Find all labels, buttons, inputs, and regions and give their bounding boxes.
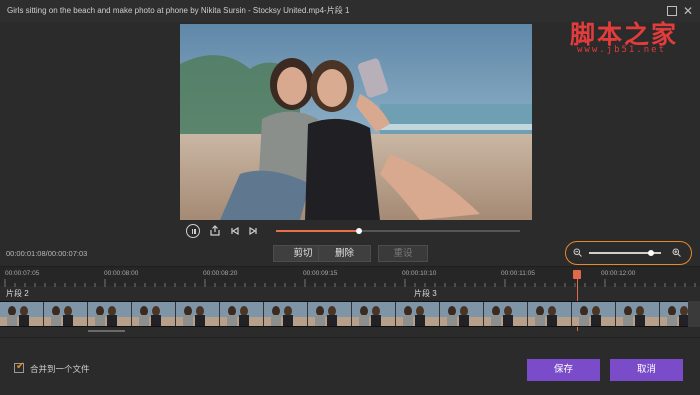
timeline-ruler[interactable]: 00:00:07:05 00:00:08:00 00:00:08:20 00:0… [0, 266, 700, 287]
filmstrip-end [688, 301, 700, 327]
player-controls [180, 220, 532, 242]
filmstrip-frame [264, 302, 308, 326]
checkmark-icon: ✔ [16, 361, 25, 372]
save-button[interactable]: 保存 [527, 359, 600, 381]
zoom-out-icon[interactable] [573, 248, 582, 257]
timeline-scrollbar[interactable] [88, 330, 125, 332]
filmstrip-frame [352, 302, 396, 326]
segment-labels: 片段 2 片段 3 [0, 286, 700, 300]
playback-progress-fill [276, 230, 359, 232]
ruler-label: 00:00:08:20 [203, 270, 238, 277]
segment-label: 片段 2 [6, 289, 29, 298]
playback-progress-bar[interactable] [276, 228, 520, 234]
filmstrip-frame [176, 302, 220, 326]
filmstrip-frame [396, 302, 440, 326]
segment-label: 片段 3 [414, 289, 437, 298]
ruler-label: 00:00:07:05 [5, 270, 40, 277]
delete-button[interactable]: 删除 [318, 245, 371, 262]
previous-frame-icon[interactable] [228, 224, 242, 238]
site-watermark: 脚本之家 www.jb51.net [567, 15, 697, 60]
cancel-button[interactable]: 取消 [610, 359, 683, 381]
reset-button[interactable]: 重设 [378, 245, 428, 262]
export-frame-icon[interactable] [208, 224, 222, 238]
filmstrip-frame [0, 302, 44, 326]
filmstrip-frame [308, 302, 352, 326]
ruler-label: 00:00:11:05 [501, 270, 535, 277]
playhead-handle[interactable] [573, 270, 581, 279]
ruler-label: 00:00:09:15 [303, 270, 338, 277]
zoom-slider[interactable] [589, 249, 661, 256]
clip-filmstrip[interactable] [0, 301, 688, 327]
filmstrip-frame [484, 302, 528, 326]
filmstrip-frame [220, 302, 264, 326]
ruler-label: 00:00:10:10 [402, 270, 437, 277]
filmstrip-thumbnails [0, 302, 688, 326]
filmstrip-frame [528, 302, 572, 326]
next-frame-icon[interactable] [246, 224, 260, 238]
filmstrip-frame [440, 302, 484, 326]
watermark-url: www.jb51.net [577, 45, 667, 55]
merge-checkbox[interactable]: ✔ [14, 361, 25, 373]
filmstrip-frame [572, 302, 616, 326]
video-preview [180, 24, 532, 220]
merge-checkbox-label: 合并到一个文件 [30, 364, 90, 374]
ruler-label: 00:00:08:00 [104, 270, 139, 277]
zoom-in-icon[interactable] [672, 248, 681, 257]
video-frame-image [180, 24, 532, 220]
filmstrip-frame [44, 302, 88, 326]
timeline-zoom-control [565, 241, 692, 265]
pause-icon[interactable] [186, 224, 200, 238]
filmstrip-frame [88, 302, 132, 326]
playback-progress-knob[interactable] [355, 228, 362, 234]
timecode-readout: 00:00:01:08/00:00:07:03 [6, 249, 88, 258]
window-title: Girls sitting on the beach and make phot… [7, 6, 350, 15]
zoom-slider-knob[interactable] [647, 249, 654, 256]
ruler-label: 00:00:12:00 [601, 270, 636, 277]
filmstrip-frame [660, 302, 688, 326]
filmstrip-frame [616, 302, 660, 326]
filmstrip-frame [132, 302, 176, 326]
